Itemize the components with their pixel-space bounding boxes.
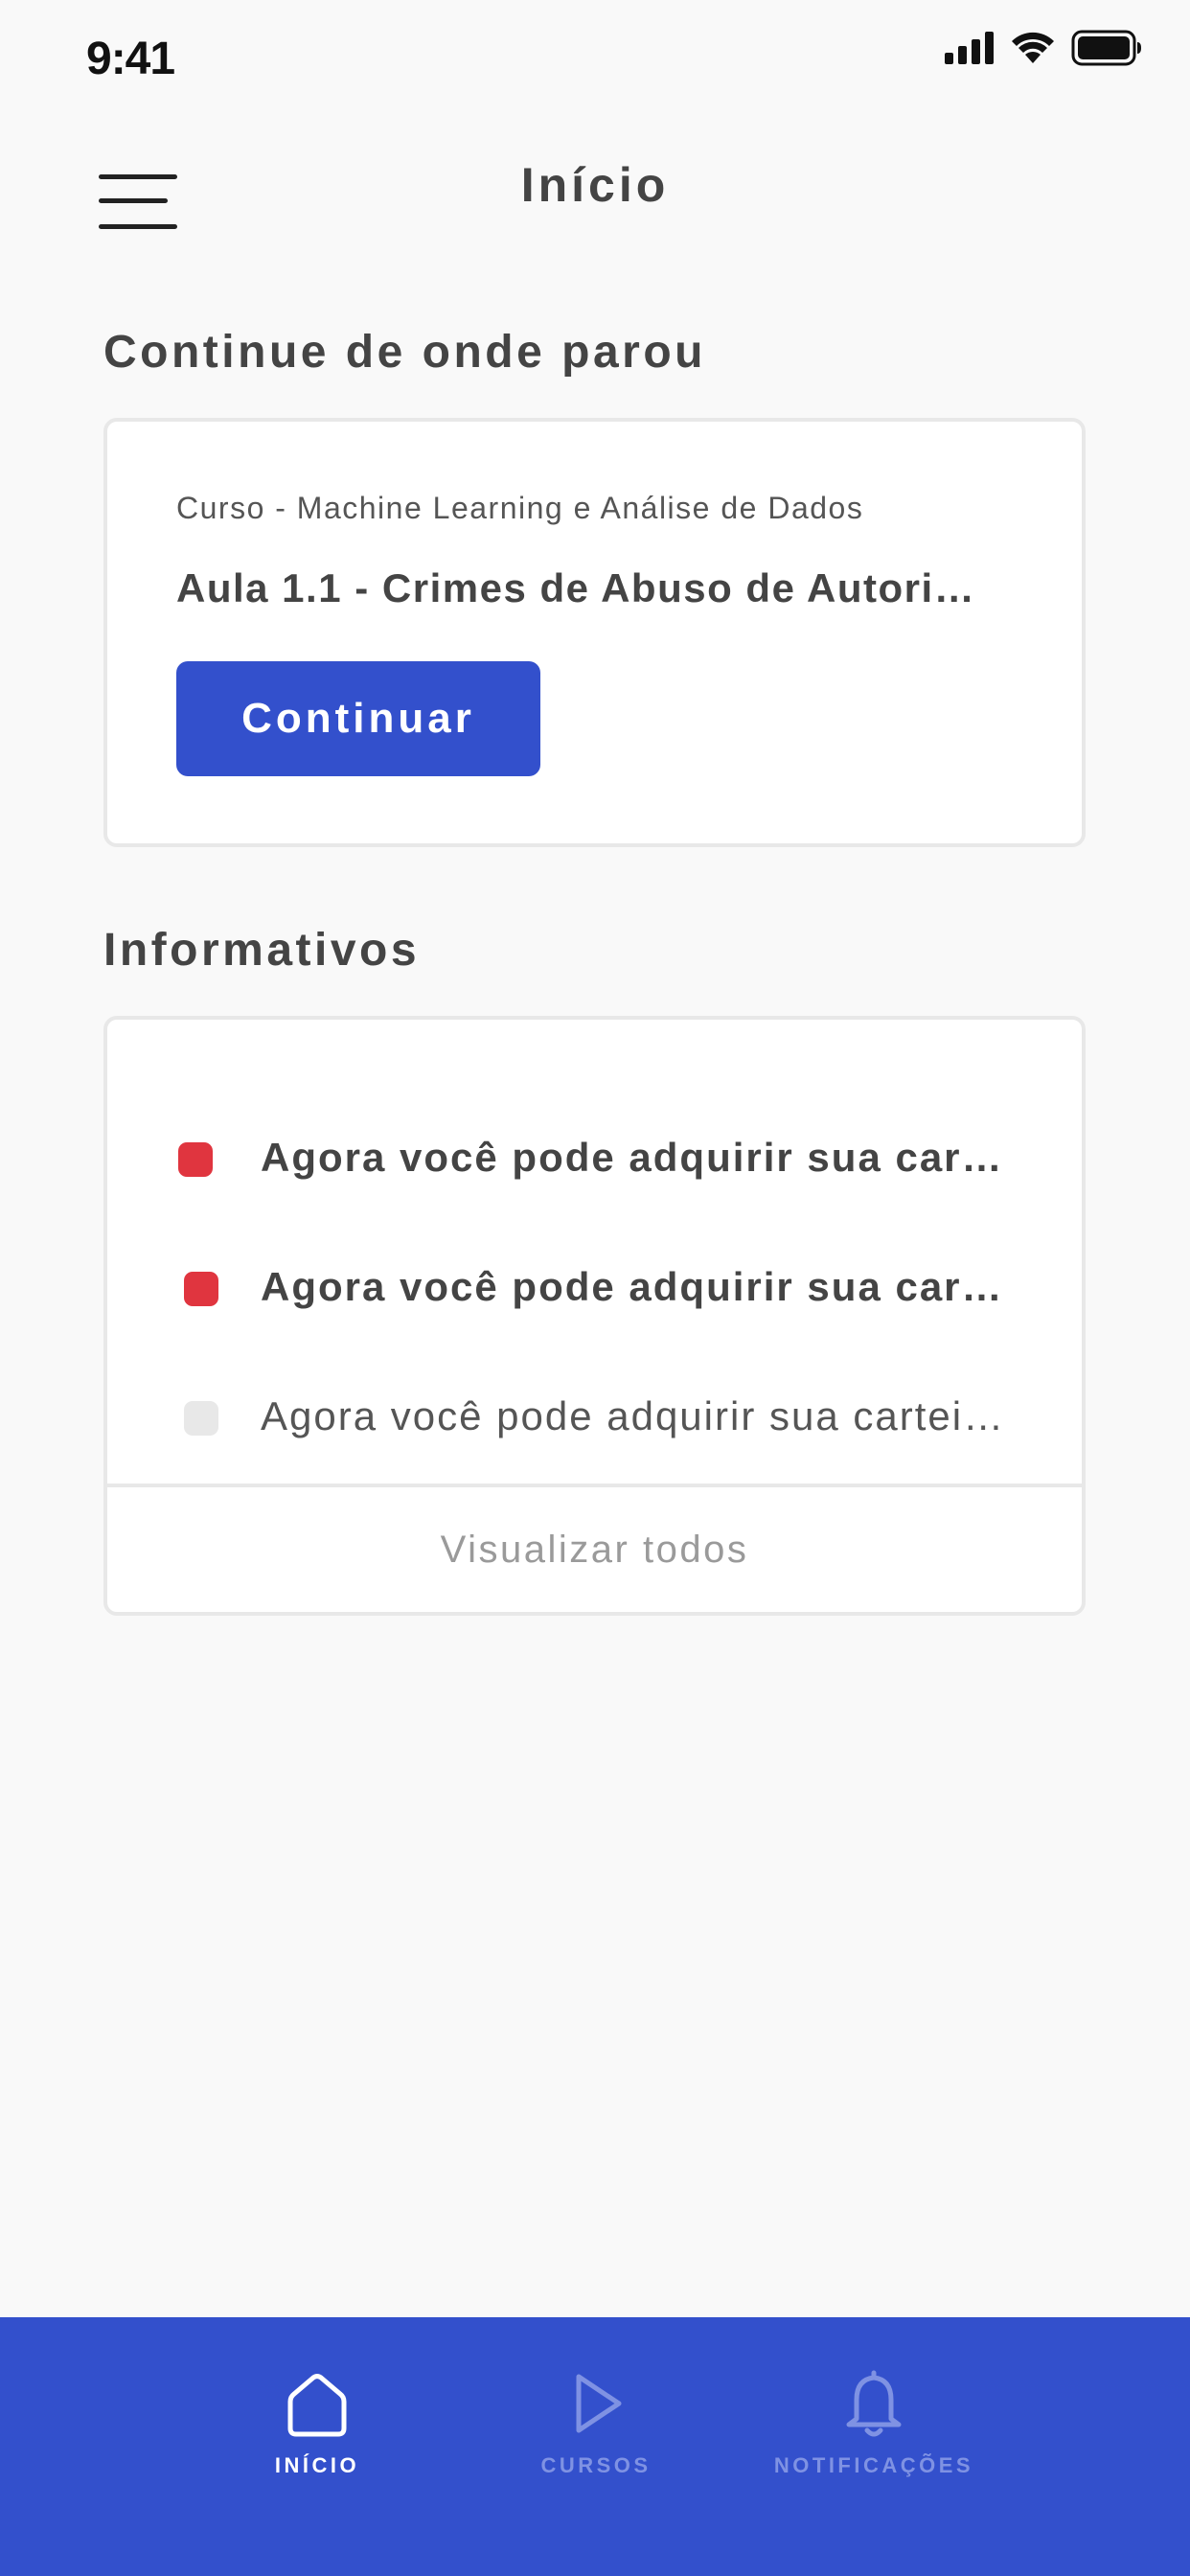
battery-icon <box>1071 30 1141 66</box>
nav-label-cursos: CURSOS <box>540 2453 652 2477</box>
status-icons <box>945 29 1142 67</box>
nav-item-inicio[interactable]: INÍCIO <box>193 2365 442 2509</box>
status-time: 9:41 <box>86 34 175 84</box>
nav-label-notificacoes: NOTIFICAÇÕES <box>773 2453 974 2477</box>
info-section-title: Informativos <box>103 925 421 976</box>
continue-card: Curso - Machine Learning e Análise de Da… <box>103 418 1086 847</box>
info-item-text: Agora você pode adquirir sua carteirinha <box>261 1264 1008 1309</box>
header: Início <box>0 134 1190 234</box>
info-item[interactable]: Agora você pode adquirir sua carteirinha <box>107 1382 1082 1459</box>
view-all-link[interactable]: Visualizar todos <box>107 1487 1082 1612</box>
bell-icon <box>846 2370 902 2437</box>
home-icon <box>287 2374 347 2437</box>
info-card: Agora você pode adquirir sua carteirinha… <box>103 1016 1086 1616</box>
continue-button[interactable]: Continuar <box>176 661 540 776</box>
bottom-nav: INÍCIO CURSOS NOTIFICAÇÕES <box>0 2317 1190 2576</box>
status-bar: 9:41 <box>0 0 1190 115</box>
course-name: Curso - Machine Learning e Análise de Da… <box>176 491 864 525</box>
read-dot <box>184 1401 218 1436</box>
nav-item-cursos[interactable]: CURSOS <box>471 2365 721 2509</box>
lesson-name: Aula 1.1 - Crimes de Abuso de Autoridade <box>176 565 991 610</box>
unread-dot <box>178 1142 213 1177</box>
page-title: Início <box>520 158 670 212</box>
info-item-text: Agora você pode adquirir sua carteirinha <box>261 1393 1008 1438</box>
wifi-icon <box>1012 32 1054 63</box>
cellular-signal-icon <box>945 32 994 64</box>
nav-item-notificacoes[interactable]: NOTIFICAÇÕES <box>749 2365 998 2509</box>
info-item[interactable]: Agora você pode adquirir sua carteirinha <box>107 1253 1082 1329</box>
nav-label-inicio: INÍCIO <box>274 2453 360 2477</box>
unread-dot <box>184 1272 218 1306</box>
info-item[interactable]: Agora você pode adquirir sua carteirinha <box>107 1123 1082 1200</box>
info-item-text: Agora você pode adquirir sua carteirinha <box>261 1135 1008 1180</box>
continue-section-title: Continue de onde parou <box>103 327 706 378</box>
play-icon <box>576 2374 622 2433</box>
